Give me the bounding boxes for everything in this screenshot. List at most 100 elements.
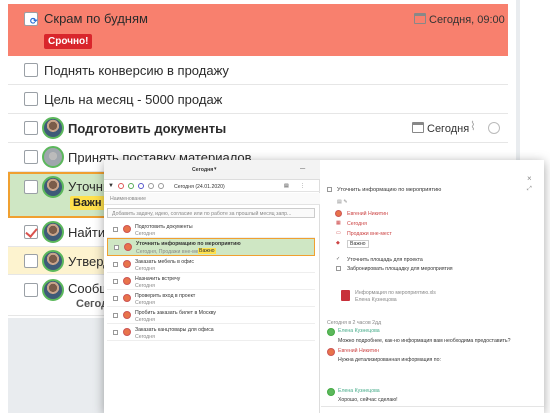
item-title: Назначить встречу xyxy=(135,276,181,282)
important-badge: Важно xyxy=(198,248,216,254)
toolbar: ▼ Сегодня (24.01.2020) ▤ ⋮ xyxy=(104,180,320,192)
window-titlebar: Сегодня ▾ — xyxy=(104,160,320,180)
description-icon: ▤ ✎ xyxy=(337,199,348,205)
repeat-icon: ⟳ xyxy=(30,16,38,26)
task-app-window: Сегодня ▾ — ▼ Сегодня (24.01.2020) ▤ ⋮ Н… xyxy=(104,160,544,413)
task-row-urgent[interactable]: ⟳ Скрам по будням Срочно! Сегодня, 09:00 xyxy=(8,4,508,56)
comment-author: Елена Кузнецова xyxy=(338,328,380,334)
subtask-item[interactable]: Забронировать площадку для мероприятия xyxy=(347,266,453,272)
task-list-pane: Сегодня ▾ — ▼ Сегодня (24.01.2020) ▤ ⋮ Н… xyxy=(104,160,320,413)
list-item[interactable]: Проверить вход в проект Сегодня xyxy=(107,291,315,307)
item-checkbox[interactable] xyxy=(113,313,118,318)
item-subtitle: Сегодня xyxy=(135,231,155,237)
task-title: Скрам по будням xyxy=(44,11,148,26)
list-item[interactable]: Пробить заказать билет в Москву Сегодня xyxy=(107,308,315,324)
task-detail-pane: Уточнить информацию по мероприятию × ⤢ ▤… xyxy=(321,160,544,413)
item-title: Заказать канцтовары для офиса xyxy=(135,327,214,333)
task-date: Сегодня, 09:00 xyxy=(414,13,505,26)
calendar-icon: ▦ xyxy=(336,220,341,226)
comment-icon xyxy=(488,122,500,134)
task-row[interactable]: Поднять конверсию в продажу xyxy=(8,56,508,85)
item-subtitle: Сегодня xyxy=(135,283,155,289)
task-checkbox[interactable] xyxy=(24,63,38,77)
view-toggle-icon[interactable]: ▤ xyxy=(284,183,289,189)
item-checkbox[interactable] xyxy=(113,279,118,284)
item-checkbox[interactable] xyxy=(113,330,118,335)
comment-text: Хорошо, сейчас сделаю! xyxy=(338,397,398,403)
task-date: Сегодня xyxy=(412,122,469,135)
priority-field[interactable]: Важно xyxy=(347,240,369,248)
comments-header: Сегодня в 2 часов 2дд xyxy=(327,320,382,326)
circle-filter-icon[interactable] xyxy=(148,183,154,189)
item-checkbox[interactable] xyxy=(114,245,119,250)
circle-filter-icon[interactable] xyxy=(118,183,124,189)
minimize-icon[interactable]: — xyxy=(300,166,305,172)
comment-author: Елена Кузнецова xyxy=(338,388,380,394)
avatar xyxy=(123,277,131,285)
list-item-selected[interactable]: Уточнить информацию по мероприятию Сегод… xyxy=(107,238,315,256)
task-checkbox[interactable] xyxy=(24,225,38,239)
date-field[interactable]: Сегодня xyxy=(347,221,367,227)
calendar-icon xyxy=(412,122,424,133)
list-item[interactable]: Назначить встречу Сегодня xyxy=(107,274,315,290)
quick-add-placeholder: Добавить задачу, идею, согласие или по р… xyxy=(112,211,292,217)
attachment-name[interactable]: Информация по мероприятию.xls xyxy=(355,290,436,296)
calendar-icon xyxy=(414,13,426,24)
item-checkbox[interactable] xyxy=(113,262,118,267)
task-checkbox[interactable] xyxy=(24,254,38,268)
circle-filter-icon[interactable] xyxy=(158,183,164,189)
chevron-down-icon: ▾ xyxy=(214,166,217,172)
assignee-field[interactable]: Евгений Никитин xyxy=(347,211,388,217)
task-checkbox[interactable] xyxy=(24,283,38,297)
circle-filter-icon[interactable] xyxy=(128,183,134,189)
task-checkbox[interactable] xyxy=(24,150,38,164)
item-checkbox[interactable] xyxy=(113,227,118,232)
list-item[interactable]: Заказать мебель в офис Сегодня xyxy=(107,257,315,273)
item-subtitle: Сегодня, Продажи вне-мест xyxy=(136,249,204,255)
avatar xyxy=(42,176,64,198)
task-checkbox[interactable] xyxy=(24,121,38,135)
commenter-avatar xyxy=(327,348,335,356)
subtask-item[interactable]: Уточнить площадь для проекта xyxy=(347,257,423,263)
folder-icon: ▭ xyxy=(336,230,341,236)
avatar xyxy=(42,146,64,168)
urgent-badge: Срочно! xyxy=(44,34,93,49)
period-dropdown[interactable]: Сегодня xyxy=(192,167,213,173)
task-checkbox[interactable] xyxy=(24,180,38,194)
list-item[interactable]: Подготовить документы Сегодня xyxy=(107,222,315,238)
item-title: Пробить заказать билет в Москву xyxy=(135,310,217,316)
list-item[interactable]: Заказать канцтовары для офиса Сегодня xyxy=(107,325,315,341)
comment-input[interactable] xyxy=(321,406,544,413)
task-checkbox[interactable] xyxy=(24,92,38,106)
avatar xyxy=(42,221,64,243)
tag-icon: ◆ xyxy=(336,240,340,246)
more-icon[interactable]: ⋮ xyxy=(300,183,305,189)
avatar xyxy=(123,225,131,233)
filter-icon[interactable]: ▼ xyxy=(108,183,114,189)
task-row[interactable]: Цель на месяц - 5000 продаж xyxy=(8,85,508,114)
task-title: Цель на месяц - 5000 продаж xyxy=(44,92,223,107)
item-title: Заказать мебель в офис xyxy=(135,259,194,265)
item-subtitle: Сегодня xyxy=(135,266,155,272)
expand-icon[interactable]: ⤢ xyxy=(527,186,532,193)
item-subtitle: Сегодня xyxy=(135,300,155,306)
avatar xyxy=(42,117,64,139)
task-title: Поднять конверсию в продажу xyxy=(44,63,229,78)
quick-add-input[interactable]: Добавить задачу, идею, согласие или по р… xyxy=(107,208,315,218)
subtask-checkbox[interactable] xyxy=(336,266,341,271)
avatar xyxy=(124,243,132,251)
item-checkbox[interactable] xyxy=(113,296,118,301)
important-badge: Важн xyxy=(70,196,105,210)
date-filter[interactable]: Сегодня (24.01.2020) xyxy=(174,184,225,190)
commenter-avatar xyxy=(327,388,335,396)
project-field[interactable]: Продажи вне-мест xyxy=(347,231,392,237)
subtask-check-icon[interactable]: ✓ xyxy=(336,256,340,262)
avatar xyxy=(123,328,131,336)
circle-filter-icon[interactable] xyxy=(138,183,144,189)
avatar xyxy=(42,250,64,272)
column-header: Наименование xyxy=(110,196,146,202)
task-title: Найти xyxy=(68,225,106,240)
task-row[interactable]: Подготовить документы Сегодня ⌇ xyxy=(8,114,508,143)
detail-checkbox[interactable] xyxy=(327,187,332,192)
close-icon[interactable]: × xyxy=(527,174,532,183)
